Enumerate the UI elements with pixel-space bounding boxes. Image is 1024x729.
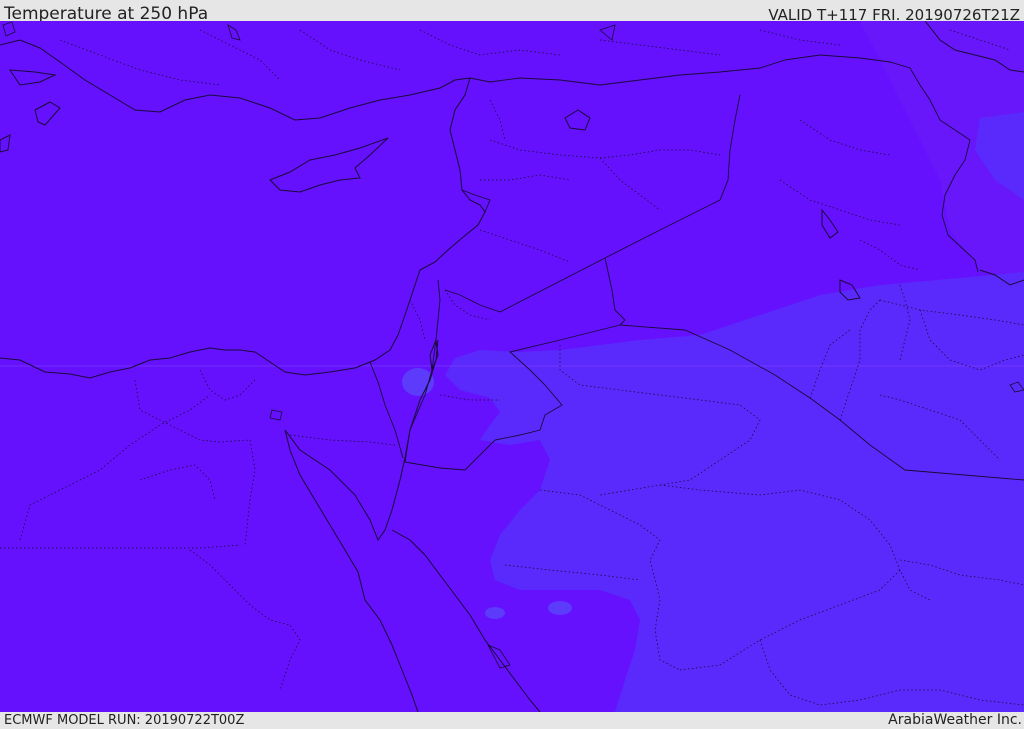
credit-label: ArabiaWeather Inc. bbox=[888, 712, 1022, 728]
map-canvas bbox=[0, 21, 1024, 712]
temperature-field-patch-3 bbox=[485, 607, 505, 619]
header-bar: Temperature at 250 hPa VALID T+117 FRI. … bbox=[0, 0, 1024, 24]
temperature-field-patch-2 bbox=[548, 601, 572, 615]
model-run-label: ECMWF MODEL RUN: 20190722T00Z bbox=[4, 713, 245, 728]
weather-map[interactable] bbox=[0, 21, 1024, 712]
footer-bar: ECMWF MODEL RUN: 20190722T00Z ArabiaWeat… bbox=[0, 712, 1024, 729]
